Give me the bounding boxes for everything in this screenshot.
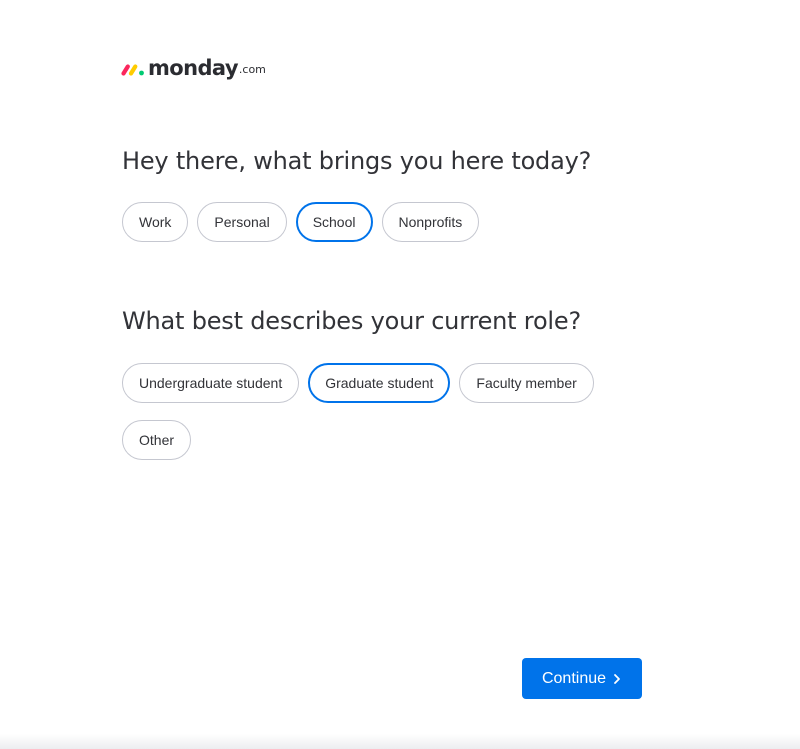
purpose-options: Work Personal School Nonprofits	[122, 202, 622, 242]
logo-suffix: .com	[238, 63, 266, 76]
option-personal[interactable]: Personal	[197, 202, 287, 242]
continue-button[interactable]: Continue	[522, 658, 642, 699]
option-graduate-student[interactable]: Graduate student	[308, 363, 451, 403]
option-school[interactable]: School	[295, 202, 373, 242]
role-options: Undergraduate student Graduate student F…	[122, 363, 622, 460]
option-nonprofits[interactable]: Nonprofits	[381, 202, 480, 242]
bottom-edge-shadow	[0, 734, 800, 749]
continue-button-label: Continue	[541, 669, 607, 687]
purpose-question-title: Hey there, what brings you here today?	[122, 147, 592, 175]
option-undergraduate-student[interactable]: Undergraduate student	[122, 363, 300, 403]
chevron-right-icon	[612, 673, 622, 685]
logo-wordmark: monday	[148, 56, 239, 80]
option-faculty-member[interactable]: Faculty member	[459, 363, 594, 403]
option-other[interactable]: Other	[122, 420, 192, 460]
monday-logo: monday .com	[121, 52, 266, 80]
monday-logo-icon	[121, 56, 145, 76]
onboarding-page: monday .com Hey there, what brings you h…	[0, 0, 800, 749]
option-work[interactable]: Work	[122, 202, 189, 242]
role-question-title: What best describes your current role?	[122, 307, 581, 335]
